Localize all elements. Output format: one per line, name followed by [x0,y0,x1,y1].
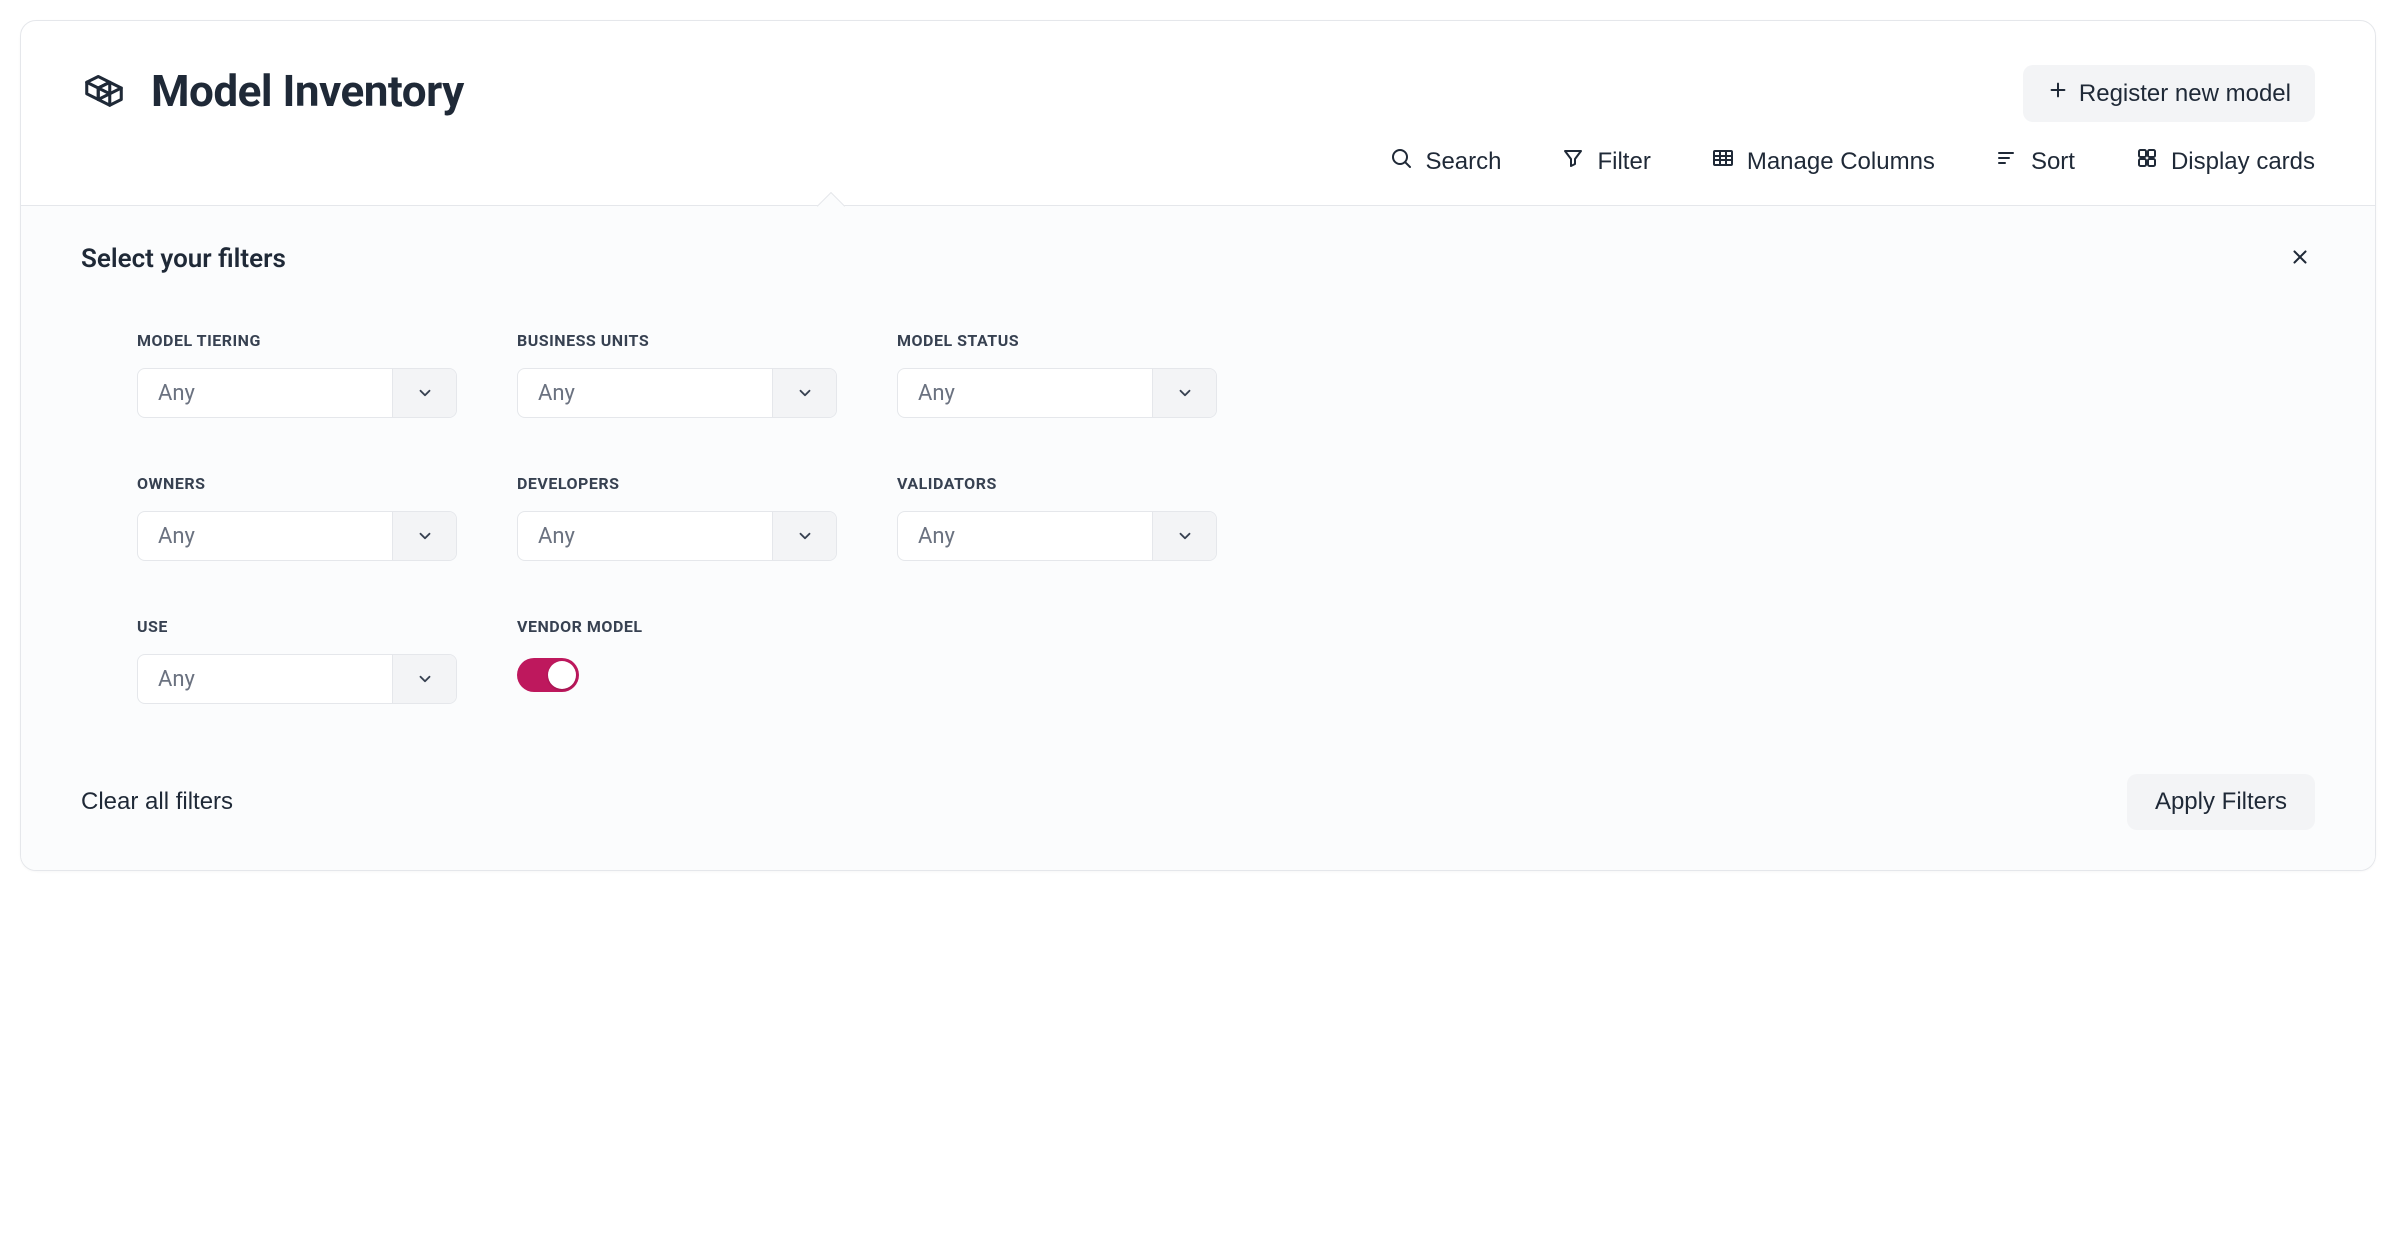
filter-button[interactable]: Filter [1561,146,1650,177]
toggle-knob [548,661,576,689]
filter-label: BUSINESS UNITS [517,331,837,350]
chevron-down-icon [1152,512,1216,560]
sort-label: Sort [2031,148,2075,176]
select-value: Any [138,512,392,560]
grid-icon [2135,146,2159,177]
chevron-down-icon [392,369,456,417]
page-container: Model Inventory Register new model Searc… [20,20,2376,871]
owners-select[interactable]: Any [137,511,457,561]
page-title: Model Inventory [151,65,464,117]
select-value: Any [138,655,392,703]
filter-label: MODEL TIERING [137,331,457,350]
filter-panel-header: Select your filters [81,242,2315,275]
model-tiering-select[interactable]: Any [137,368,457,418]
filter-label: VALIDATORS [897,474,1217,493]
filter-use: USE Any [137,617,457,704]
filter-label: VENDOR MODEL [517,617,837,636]
filter-label: OWNERS [137,474,457,493]
chevron-down-icon [392,655,456,703]
manage-columns-button[interactable]: Manage Columns [1711,146,1935,177]
filter-model-tiering: MODEL TIERING Any [137,331,457,418]
vendor-model-toggle[interactable] [517,658,579,692]
filter-owners: OWNERS Any [137,474,457,561]
search-icon [1389,146,1413,177]
chevron-down-icon [1152,369,1216,417]
filter-label: MODEL STATUS [897,331,1217,350]
search-button[interactable]: Search [1389,146,1501,177]
filter-panel-title: Select your filters [81,244,286,274]
select-value: Any [518,512,772,560]
select-value: Any [518,369,772,417]
filter-validators: VALIDATORS Any [897,474,1217,561]
close-filter-panel-button[interactable] [2285,242,2315,275]
filter-label: DEVELOPERS [517,474,837,493]
filter-vendor-model: VENDOR MODEL [517,617,837,704]
toolbar: Search Filter Manage Columns Sort Displa… [21,122,2375,205]
filter-label: USE [137,617,457,636]
filter-icon [1561,146,1585,177]
developers-select[interactable]: Any [517,511,837,561]
validators-select[interactable]: Any [897,511,1217,561]
filter-model-status: MODEL STATUS Any [897,331,1217,418]
sort-button[interactable]: Sort [1995,146,2075,177]
select-value: Any [138,369,392,417]
select-value: Any [898,512,1152,560]
filter-grid: MODEL TIERING Any BUSINESS UNITS Any [137,331,2315,704]
title-group: Model Inventory [81,65,464,117]
register-new-model-button[interactable]: Register new model [2023,65,2315,122]
select-value: Any [898,369,1152,417]
display-cards-button[interactable]: Display cards [2135,146,2315,177]
sort-icon [1995,146,2019,177]
chevron-down-icon [772,512,836,560]
table-icon [1711,146,1735,177]
filter-footer: Clear all filters Apply Filters [81,774,2315,830]
display-cards-label: Display cards [2171,148,2315,176]
register-label: Register new model [2079,80,2291,108]
search-label: Search [1425,148,1501,176]
apply-filters-button[interactable]: Apply Filters [2127,774,2315,830]
plus-icon [2047,79,2069,108]
header: Model Inventory Register new model [21,21,2375,122]
filter-panel: Select your filters MODEL TIERING Any BU… [21,205,2375,870]
chevron-down-icon [772,369,836,417]
close-icon [2289,256,2311,271]
filter-label: Filter [1597,148,1650,176]
filter-developers: DEVELOPERS Any [517,474,837,561]
cubes-icon [81,66,127,116]
chevron-down-icon [392,512,456,560]
use-select[interactable]: Any [137,654,457,704]
filter-business-units: BUSINESS UNITS Any [517,331,837,418]
clear-all-filters-button[interactable]: Clear all filters [81,788,233,816]
business-units-select[interactable]: Any [517,368,837,418]
model-status-select[interactable]: Any [897,368,1217,418]
manage-columns-label: Manage Columns [1747,148,1935,176]
